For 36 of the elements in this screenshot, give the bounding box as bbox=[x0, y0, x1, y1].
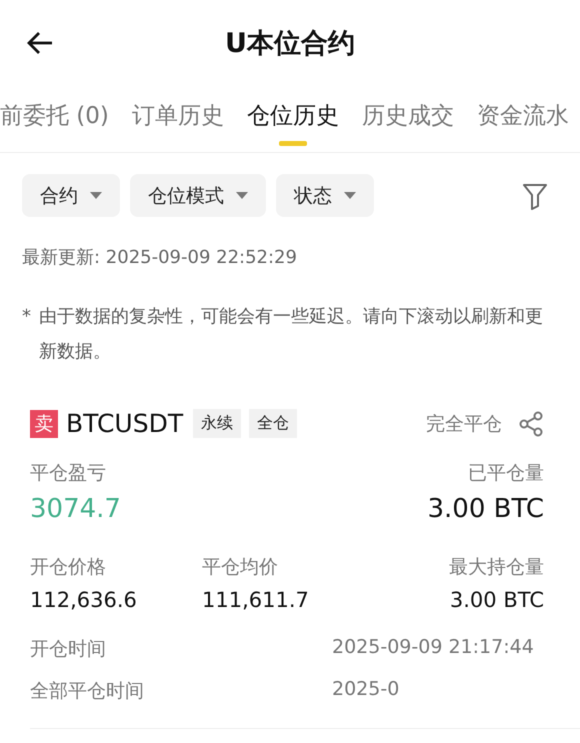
note-text: 由于数据的复杂性，可能会有一些延迟。请向下滚动以刷新和更新数据。 bbox=[39, 305, 544, 364]
filter-dropdown[interactable]: 状态 bbox=[276, 174, 374, 217]
price-value: 111,611.7 bbox=[202, 588, 309, 612]
stat-value: 3074.7 bbox=[30, 494, 121, 524]
sell-badge: 卖 bbox=[30, 410, 58, 438]
filter-dropdown[interactable]: 合约 bbox=[22, 174, 120, 217]
tab[interactable]: 订单历史 bbox=[132, 86, 224, 152]
caret-icon bbox=[90, 192, 102, 200]
stat-label: 已平仓量 bbox=[468, 461, 544, 486]
tab[interactable]: 资金流水 bbox=[476, 86, 569, 152]
last-updated-text: 最新更新: 2025-09-09 22:52:29 bbox=[21, 246, 298, 269]
price-label: 平仓均价 bbox=[202, 555, 278, 580]
position-status: 完全平仓 bbox=[426, 412, 502, 436]
filter-dropdown[interactable]: 仓位模式 bbox=[130, 174, 266, 217]
price-value: 3.00 BTC bbox=[450, 588, 544, 612]
time-value: 2025-0 bbox=[332, 678, 400, 702]
price-value: 112,636.6 bbox=[30, 588, 137, 612]
symbol-name: BTCUSDT bbox=[66, 409, 184, 438]
tab[interactable]: 仓位历史 bbox=[246, 86, 339, 152]
share-icon[interactable] bbox=[518, 410, 544, 436]
filter-icon[interactable] bbox=[522, 182, 548, 210]
price-label: 最大持仓量 bbox=[449, 555, 544, 580]
time-value: 2025-09-09 21:17:44 bbox=[332, 636, 535, 660]
contract-tag: 永续 bbox=[193, 409, 242, 438]
tab[interactable]: 前委托 (0) bbox=[0, 86, 109, 152]
time-label: 开仓时间 bbox=[30, 637, 106, 662]
caret-icon bbox=[344, 192, 356, 200]
stat-value: 3.00 BTC bbox=[427, 494, 544, 524]
contract-tag: 全仓 bbox=[249, 409, 298, 438]
asterisk: * bbox=[22, 305, 31, 329]
time-label: 全部平仓时间 bbox=[30, 679, 144, 704]
price-label: 开仓价格 bbox=[30, 555, 106, 580]
stat-label: 平仓盈亏 bbox=[30, 461, 106, 486]
tab[interactable]: 历史成交 bbox=[362, 86, 454, 152]
page-title: U本位合约 bbox=[225, 27, 355, 61]
caret-icon bbox=[236, 192, 248, 200]
